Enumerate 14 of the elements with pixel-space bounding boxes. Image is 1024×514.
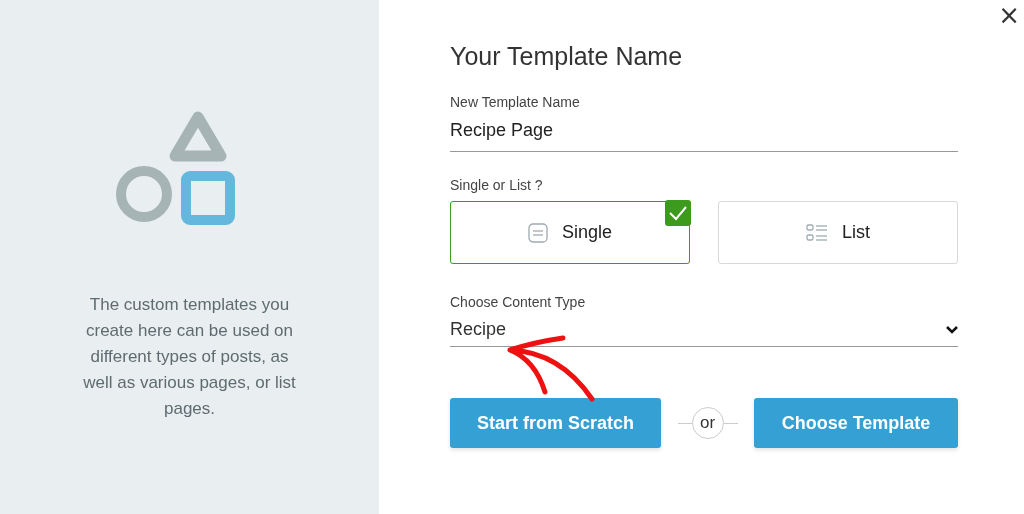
chevron-down-icon — [946, 325, 958, 334]
or-separator: or — [691, 407, 724, 439]
content-type-select[interactable]: Recipe — [450, 310, 958, 347]
document-icon — [527, 222, 548, 243]
type-option[interactable]: Single — [450, 201, 690, 264]
field-label: Choose Content Type — [450, 294, 587, 310]
checkmark-icon — [665, 200, 691, 226]
side-description: The custom templates you create here can be used on different types of posts, as well as various pages, or list pages. — [82, 294, 297, 420]
field-label: Single or List ? — [450, 177, 544, 193]
type-option[interactable]: List — [718, 201, 958, 264]
field-label: New Template Name — [450, 94, 581, 110]
dialog-title: Your Template Name — [450, 42, 684, 71]
close-button[interactable]: × — [994, 0, 1024, 30]
list-icon — [806, 222, 828, 243]
